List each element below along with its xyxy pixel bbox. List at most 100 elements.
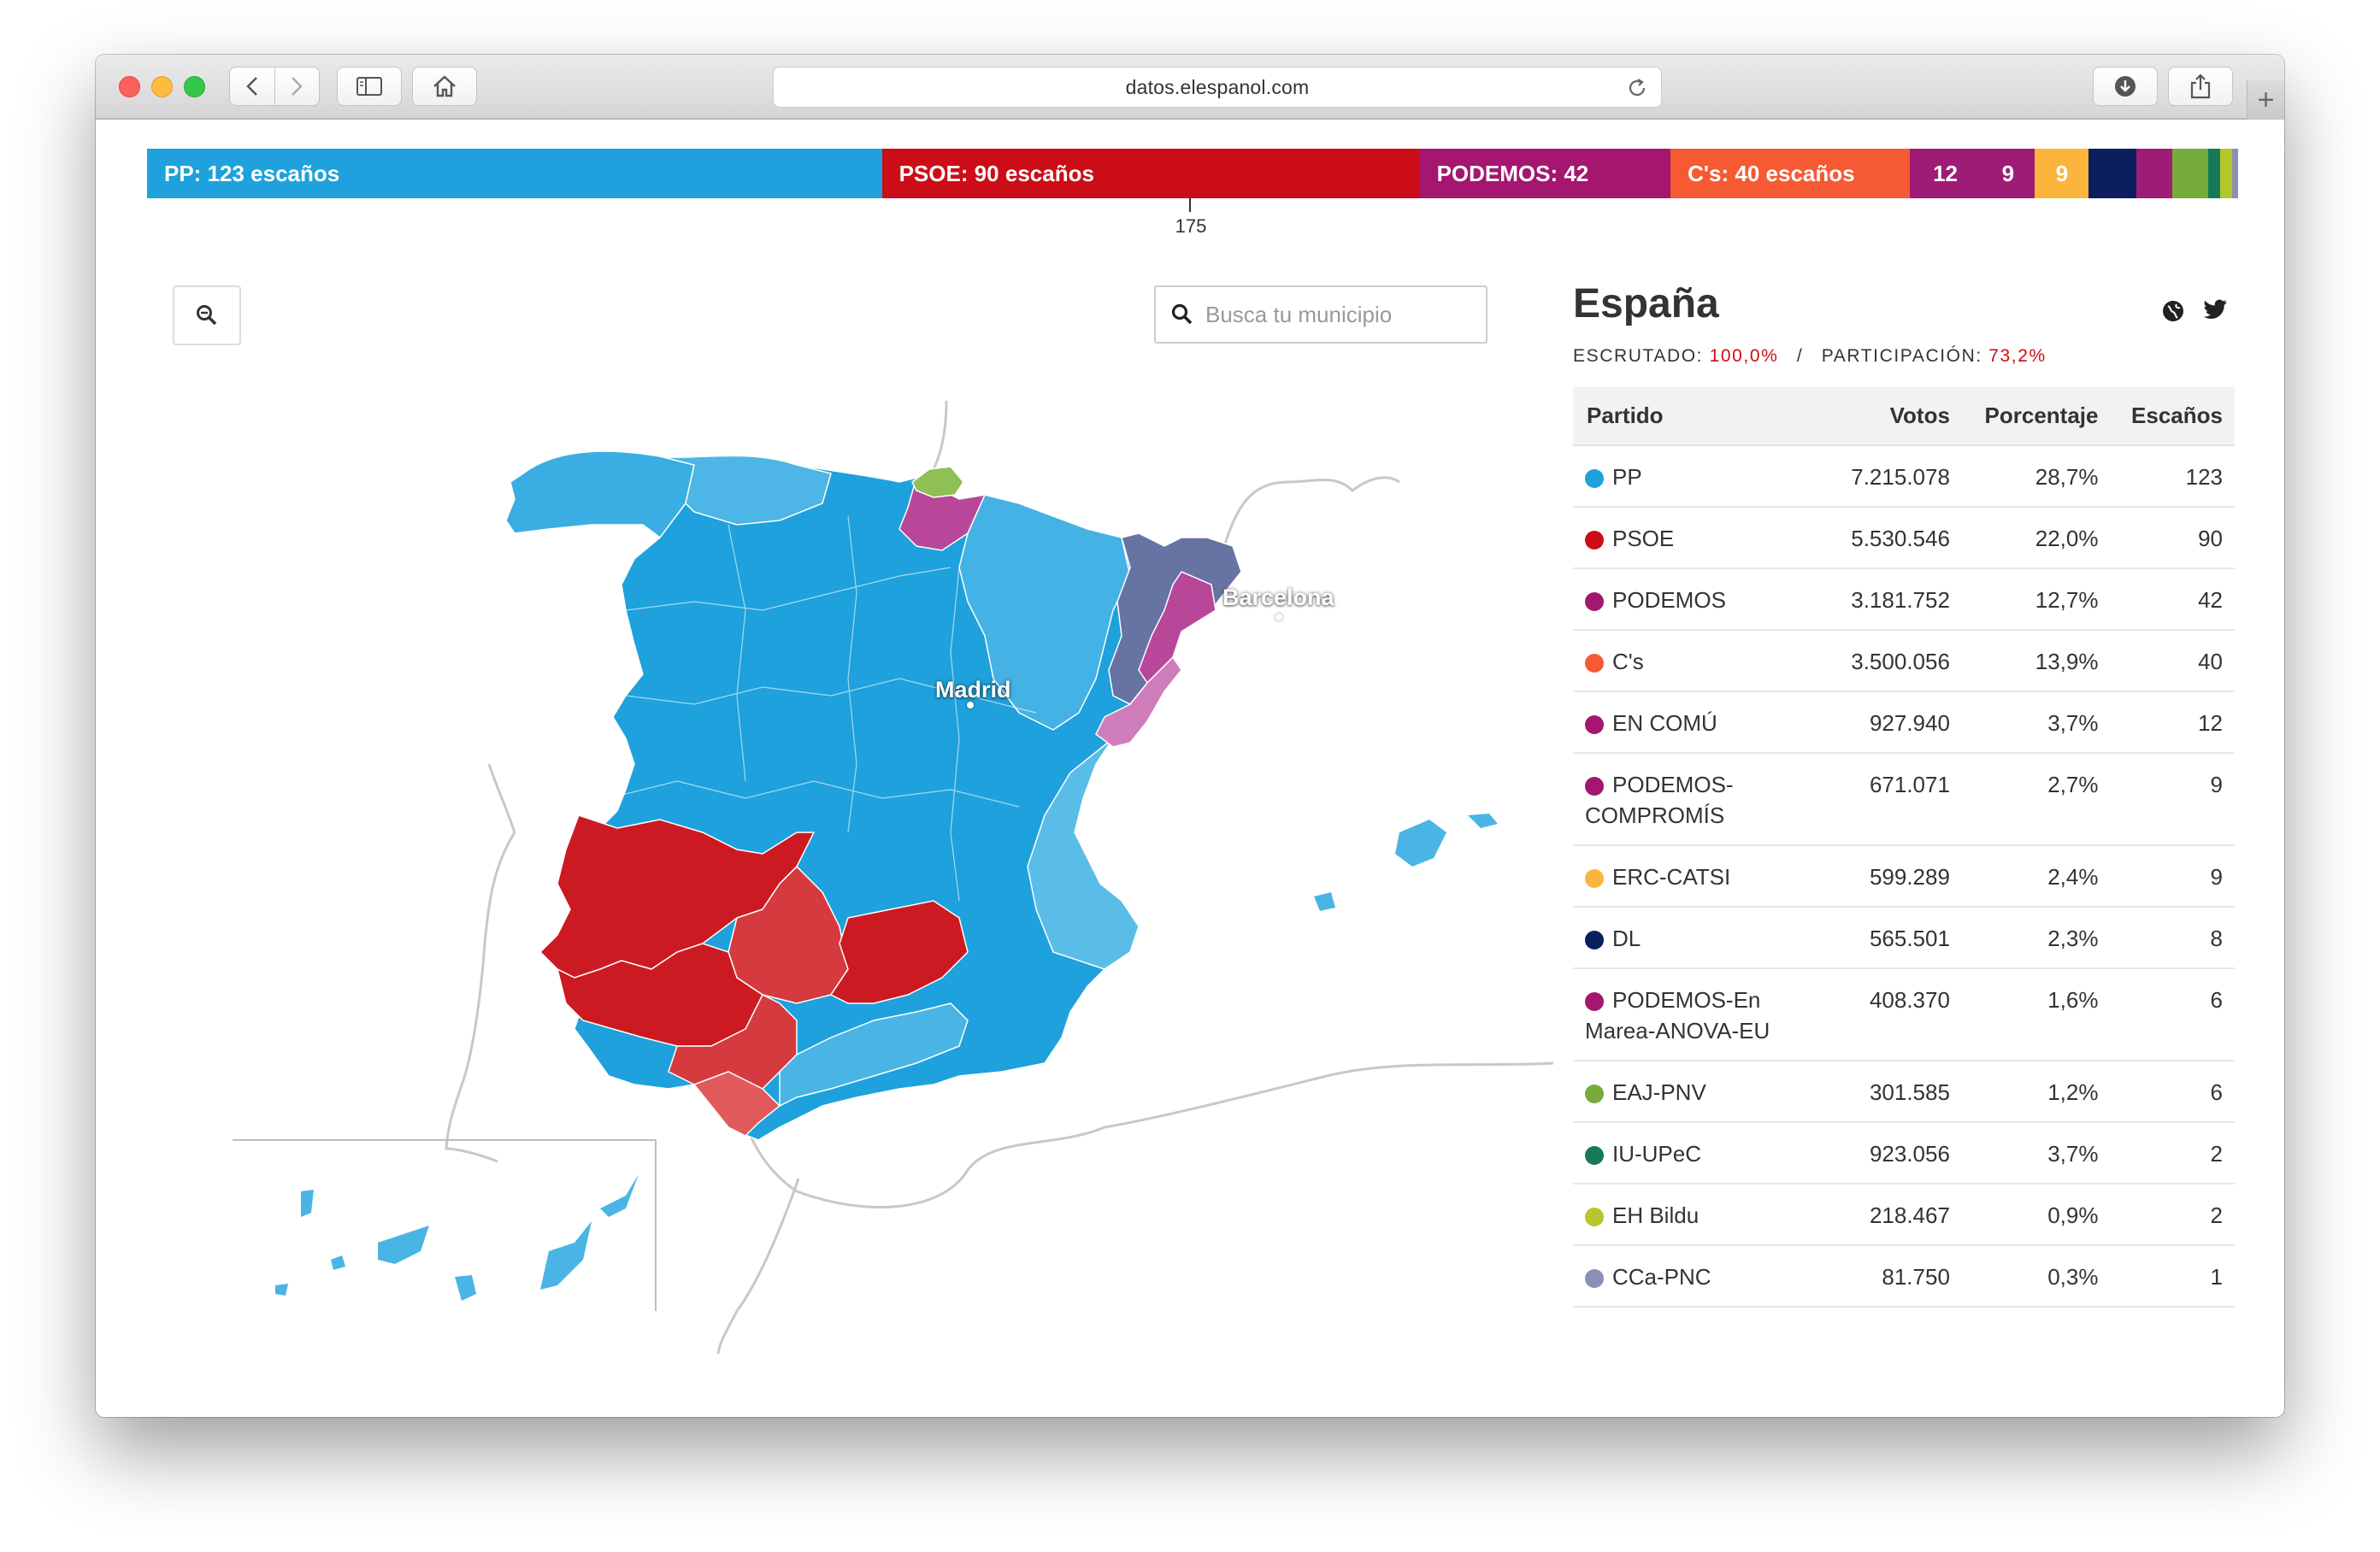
table-row[interactable]: ERC-CATSI 599.289 2,4% 9 (1573, 845, 2235, 908)
forward-button[interactable] (274, 67, 319, 106)
votes-cell: 7.215.078 (1829, 445, 1962, 508)
spain-election-map[interactable] (147, 354, 1600, 1379)
party-cell: EH Bildu (1573, 1184, 1829, 1246)
seat-segment[interactable]: PP: 123 escaños (147, 149, 882, 198)
status-separator: / (1796, 346, 1804, 366)
seat-segment[interactable]: PODEMOS: 42 (1419, 149, 1671, 198)
votes-cell: 408.370 (1829, 968, 1962, 1061)
votes-cell: 565.501 (1829, 907, 1962, 969)
sidebar-icon (356, 77, 382, 96)
barcelona-dot (1275, 614, 1282, 620)
share-button[interactable] (2168, 67, 2233, 106)
twitter-icon[interactable] (2204, 299, 2228, 320)
party-name: ERC-CATSI (1612, 864, 1731, 890)
zoom-window-button[interactable] (184, 76, 205, 97)
percent-cell: 13,9% (1961, 630, 2111, 692)
party-name: PODEMOS (1612, 587, 1726, 613)
party-name: PP (1612, 464, 1642, 490)
zoom-out-icon (197, 305, 217, 326)
votes-cell: 218.467 (1829, 1184, 1962, 1246)
seat-segment[interactable]: 9 (1981, 149, 2035, 198)
party-name: C's (1612, 649, 1644, 674)
zoom-out-button[interactable] (173, 285, 241, 345)
percent-cell: 3,7% (1961, 1122, 2111, 1185)
column-header-votes[interactable]: Votos (1829, 387, 1962, 446)
minimize-window-button[interactable] (151, 76, 173, 97)
results-header-row: Partido Votos Porcentaje Escaños (1573, 387, 2235, 446)
percent-cell: 12,7% (1961, 568, 2111, 631)
table-row[interactable]: C's 3.500.056 13,9% 40 (1573, 630, 2235, 692)
city-label-barcelona: Barcelona (1222, 585, 1334, 610)
balearic-islands[interactable] (1314, 814, 1498, 911)
percent-cell: 28,7% (1961, 445, 2111, 508)
count-status: ESCRUTADO: 100,0% / PARTICIPACIÓN: 73,2% (1573, 346, 2235, 367)
party-color-dot (1585, 1146, 1604, 1165)
table-row[interactable]: CCa-PNC 81.750 0,3% 1 (1573, 1245, 2235, 1308)
votes-cell: 927.940 (1829, 691, 1962, 754)
seat-segment[interactable] (2136, 149, 2173, 198)
seats-cell: 2 (2110, 1184, 2235, 1246)
new-tab-button[interactable]: + (2247, 80, 2284, 120)
seats-cell: 6 (2110, 968, 2235, 1061)
participacion-value: 73,2% (1988, 346, 2047, 366)
table-row[interactable]: PODEMOS- COMPROMÍS 671.071 2,7% 9 (1573, 753, 2235, 846)
seats-cell: 40 (2110, 630, 2235, 692)
column-header-percent[interactable]: Porcentaje (1961, 387, 2111, 446)
globe-icon[interactable] (2161, 299, 2185, 323)
party-name: DL (1612, 926, 1641, 951)
party-color-dot (1585, 931, 1604, 949)
seats-cell: 42 (2110, 568, 2235, 631)
seat-segment[interactable] (2172, 149, 2208, 198)
table-row[interactable]: IU-UPeC 923.056 3,7% 2 (1573, 1122, 2235, 1185)
party-color-dot (1585, 1208, 1604, 1226)
home-icon (433, 75, 456, 97)
table-row[interactable]: EN COMÚ 927.940 3,7% 12 (1573, 691, 2235, 754)
table-row[interactable]: DL 565.501 2,3% 8 (1573, 907, 2235, 969)
party-cell: EN COMÚ (1573, 691, 1829, 754)
seat-segment[interactable] (2208, 149, 2220, 198)
reload-icon[interactable] (1627, 78, 1647, 98)
seat-segment[interactable]: C's: 40 escaños (1670, 149, 1910, 198)
address-bar[interactable]: datos.elespanol.com (773, 67, 1662, 108)
table-row[interactable]: PODEMOS 3.181.752 12,7% 42 (1573, 568, 2235, 631)
party-name: EAJ-PNV (1612, 1079, 1706, 1105)
percent-cell: 0,9% (1961, 1184, 2111, 1246)
downloads-button[interactable] (2093, 67, 2158, 106)
results-panel: España ESCRUTADO: 100,0% / PARTICIPACIÓN… (1573, 280, 2235, 1308)
seat-segment[interactable] (2088, 149, 2137, 198)
party-name: EH Bildu (1612, 1202, 1700, 1228)
table-row[interactable]: PSOE 5.530.546 22,0% 90 (1573, 507, 2235, 569)
browser-window: datos.elespanol.com + PP: 123 escaños PSO… (96, 55, 2284, 1417)
seat-segment[interactable] (2231, 149, 2238, 198)
chevron-left-icon (245, 77, 257, 96)
party-color-dot (1585, 777, 1604, 796)
canary-islands-inset (233, 1139, 657, 1311)
party-cell: PP (1573, 445, 1829, 508)
city-label-madrid: Madrid (935, 677, 1011, 703)
table-row[interactable]: PODEMOS-En Marea-ANOVA-EU 408.370 1,6% 6 (1573, 968, 2235, 1061)
seats-cell: 1 (2110, 1245, 2235, 1308)
column-header-party[interactable]: Partido (1573, 387, 1829, 446)
search-input[interactable] (1205, 301, 1462, 328)
table-row[interactable]: PP 7.215.078 28,7% 123 (1573, 445, 2235, 508)
votes-cell: 81.750 (1829, 1245, 1962, 1308)
home-button[interactable] (412, 67, 477, 106)
party-name: PODEMOS- COMPROMÍS (1585, 772, 1734, 828)
majority-label: 175 (1175, 215, 1207, 237)
provinces[interactable] (505, 450, 1242, 1141)
seat-segment[interactable]: PSOE: 90 escaños (881, 149, 1420, 198)
share-icons (2161, 299, 2228, 323)
region-title: España (1573, 281, 1719, 326)
back-button[interactable] (230, 67, 274, 106)
table-row[interactable]: EH Bildu 218.467 0,9% 2 (1573, 1184, 2235, 1246)
close-window-button[interactable] (119, 76, 140, 97)
column-header-seats[interactable]: Escaños (2110, 387, 2235, 446)
sidebar-button[interactable] (337, 67, 402, 106)
seat-segment[interactable] (2219, 149, 2232, 198)
seat-segment[interactable]: 12 (1909, 149, 1982, 198)
party-cell: PODEMOS- COMPROMÍS (1573, 753, 1829, 846)
seats-cell: 9 (2110, 845, 2235, 908)
seat-segment[interactable]: 9 (2035, 149, 2089, 198)
search-icon (1171, 303, 1193, 326)
table-row[interactable]: EAJ-PNV 301.585 1,2% 6 (1573, 1061, 2235, 1123)
